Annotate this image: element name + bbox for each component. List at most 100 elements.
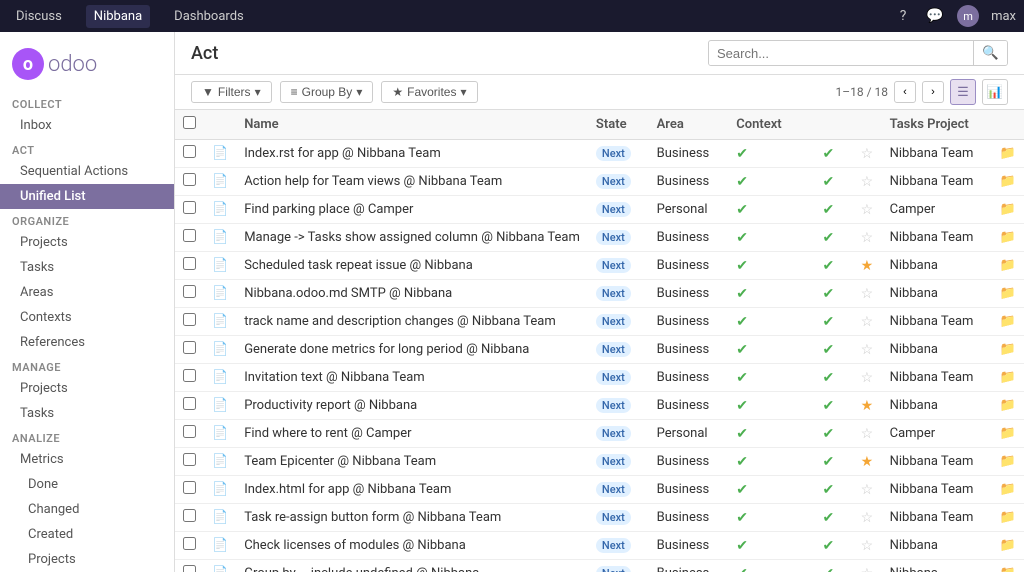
- file-icon[interactable]: 📁: [1000, 510, 1016, 525]
- row-name[interactable]: Productivity report @ Nibbana: [236, 392, 588, 420]
- sidebar-item-done[interactable]: Done: [0, 472, 174, 497]
- file-icon[interactable]: 📁: [1000, 426, 1016, 441]
- sidebar-item-organize-projects[interactable]: Projects: [0, 230, 174, 255]
- sidebar-item-analize-projects[interactable]: Projects: [0, 547, 174, 572]
- select-all-checkbox[interactable]: [183, 116, 196, 129]
- star-icon[interactable]: ☆: [861, 538, 874, 554]
- row-checkbox[interactable]: [183, 257, 196, 270]
- star-icon[interactable]: ☆: [861, 202, 874, 218]
- sidebar-item-metrics[interactable]: Metrics: [0, 447, 174, 472]
- row-checkbox[interactable]: [183, 341, 196, 354]
- row-checkbox[interactable]: [183, 201, 196, 214]
- row-checkbox[interactable]: [183, 481, 196, 494]
- star-icon[interactable]: ☆: [861, 566, 874, 572]
- search-input[interactable]: [709, 42, 973, 65]
- file-icon[interactable]: 📁: [1000, 398, 1016, 413]
- star-icon[interactable]: ☆: [861, 286, 874, 302]
- row-checkbox[interactable]: [183, 313, 196, 326]
- row-name[interactable]: Generate done metrics for long period @ …: [236, 336, 588, 364]
- header-context[interactable]: Context: [728, 110, 804, 140]
- row-name[interactable]: Manage -> Tasks show assigned column @ N…: [236, 224, 588, 252]
- row-name[interactable]: Find where to rent @ Camper: [236, 420, 588, 448]
- sidebar-item-areas[interactable]: Areas: [0, 280, 174, 305]
- row-name[interactable]: Index.html for app @ Nibbana Team: [236, 476, 588, 504]
- row-checkbox[interactable]: [183, 509, 196, 522]
- file-icon[interactable]: 📁: [1000, 146, 1016, 161]
- file-icon[interactable]: 📁: [1000, 174, 1016, 189]
- help-icon[interactable]: ?: [893, 6, 913, 26]
- star-icon[interactable]: ★: [861, 454, 874, 470]
- header-tasks-project[interactable]: Tasks Project: [882, 110, 992, 140]
- row-name[interactable]: Action help for Team views @ Nibbana Tea…: [236, 168, 588, 196]
- sidebar-item-manage-projects[interactable]: Projects: [0, 376, 174, 401]
- nav-dashboards[interactable]: Dashboards: [166, 5, 252, 28]
- star-icon[interactable]: ☆: [861, 146, 874, 162]
- star-icon[interactable]: ☆: [861, 510, 874, 526]
- row-name[interactable]: Team Epicenter @ Nibbana Team: [236, 448, 588, 476]
- nav-nibbana[interactable]: Nibbana: [86, 5, 150, 28]
- row-checkbox[interactable]: [183, 173, 196, 186]
- file-icon[interactable]: 📁: [1000, 230, 1016, 245]
- file-icon[interactable]: 📁: [1000, 286, 1016, 301]
- star-icon[interactable]: ☆: [861, 370, 874, 386]
- row-checkbox[interactable]: [183, 453, 196, 466]
- star-icon[interactable]: ☆: [861, 482, 874, 498]
- file-icon[interactable]: 📁: [1000, 538, 1016, 553]
- star-icon[interactable]: ☆: [861, 174, 874, 190]
- sidebar-item-organize-tasks[interactable]: Tasks: [0, 255, 174, 280]
- avatar[interactable]: m: [957, 5, 979, 27]
- row-name[interactable]: Invitation text @ Nibbana Team: [236, 364, 588, 392]
- sidebar-item-contexts[interactable]: Contexts: [0, 305, 174, 330]
- file-icon[interactable]: 📁: [1000, 202, 1016, 217]
- star-icon[interactable]: ☆: [861, 426, 874, 442]
- group-by-button[interactable]: ≡ Group By ▾: [280, 81, 374, 103]
- sidebar-item-sequential-actions[interactable]: Sequential Actions: [0, 159, 174, 184]
- sidebar-item-references[interactable]: References: [0, 330, 174, 355]
- next-page-button[interactable]: ›: [922, 81, 944, 103]
- star-icon[interactable]: ☆: [861, 314, 874, 330]
- star-icon[interactable]: ★: [861, 258, 874, 274]
- header-name[interactable]: Name: [236, 110, 588, 140]
- row-checkbox[interactable]: [183, 425, 196, 438]
- row-name[interactable]: Task re-assign button form @ Nibbana Tea…: [236, 504, 588, 532]
- file-icon[interactable]: 📁: [1000, 314, 1016, 329]
- row-name[interactable]: Find parking place @ Camper: [236, 196, 588, 224]
- header-state[interactable]: State: [588, 110, 649, 140]
- favorites-button[interactable]: ★ Favorites ▾: [381, 81, 477, 103]
- row-name[interactable]: Index.rst for app @ Nibbana Team: [236, 140, 588, 168]
- sidebar-item-inbox[interactable]: Inbox: [0, 113, 174, 138]
- file-icon[interactable]: 📁: [1000, 258, 1016, 273]
- prev-page-button[interactable]: ‹: [894, 81, 916, 103]
- search-button[interactable]: 🔍: [973, 41, 1007, 65]
- row-name[interactable]: Nibbana.odoo.md SMTP @ Nibbana: [236, 280, 588, 308]
- row-name[interactable]: Check licenses of modules @ Nibbana: [236, 532, 588, 560]
- nav-discuss[interactable]: Discuss: [8, 5, 70, 28]
- filters-button[interactable]: ▼ Filters ▾: [191, 81, 272, 103]
- star-icon[interactable]: ☆: [861, 230, 874, 246]
- row-checkbox[interactable]: [183, 145, 196, 158]
- row-checkbox[interactable]: [183, 537, 196, 550]
- chat-icon[interactable]: 💬: [925, 6, 945, 26]
- file-icon[interactable]: 📁: [1000, 370, 1016, 385]
- file-icon[interactable]: 📁: [1000, 342, 1016, 357]
- sidebar-item-created[interactable]: Created: [0, 522, 174, 547]
- row-name[interactable]: Scheduled task repeat issue @ Nibbana: [236, 252, 588, 280]
- list-view-button[interactable]: ☰: [950, 79, 976, 105]
- sidebar-item-manage-tasks[interactable]: Tasks: [0, 401, 174, 426]
- sidebar-item-changed[interactable]: Changed: [0, 497, 174, 522]
- file-icon[interactable]: 📁: [1000, 482, 1016, 497]
- row-checkbox[interactable]: [183, 397, 196, 410]
- file-icon[interactable]: 📁: [1000, 566, 1016, 572]
- row-checkbox[interactable]: [183, 285, 196, 298]
- star-icon[interactable]: ★: [861, 398, 874, 414]
- row-checkbox[interactable]: [183, 565, 196, 572]
- row-checkbox[interactable]: [183, 369, 196, 382]
- row-name[interactable]: track name and description changes @ Nib…: [236, 308, 588, 336]
- row-name[interactable]: Group by – include undefined @ Nibbana: [236, 560, 588, 572]
- star-icon[interactable]: ☆: [861, 342, 874, 358]
- chart-view-button[interactable]: 📊: [982, 79, 1008, 105]
- file-icon[interactable]: 📁: [1000, 454, 1016, 469]
- header-area[interactable]: Area: [649, 110, 729, 140]
- sidebar-item-unified-list[interactable]: Unified List: [0, 184, 174, 209]
- row-checkbox[interactable]: [183, 229, 196, 242]
